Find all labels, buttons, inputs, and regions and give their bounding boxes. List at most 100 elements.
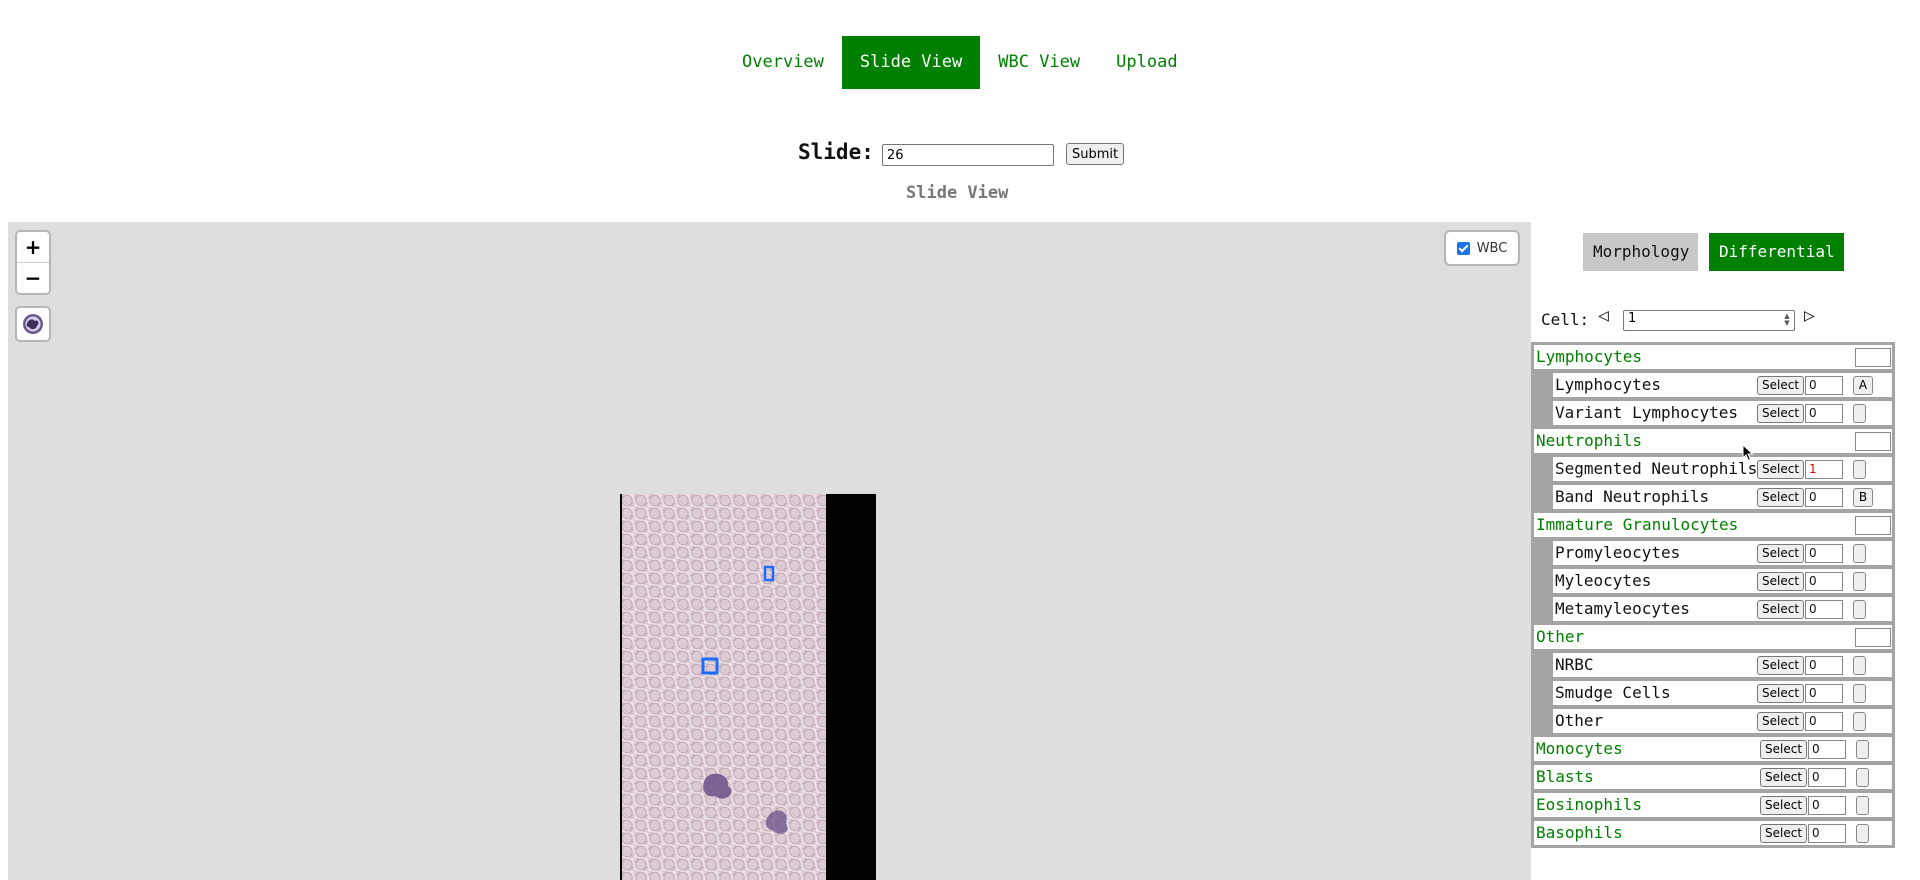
count-field[interactable]: 0 <box>1808 740 1846 759</box>
view-title: Slide View <box>906 183 1009 203</box>
count-field[interactable]: 0 <box>1808 768 1846 787</box>
table-row: Lymphocytes <box>1534 345 1892 369</box>
hotkey-button[interactable] <box>1856 796 1869 815</box>
slide-number-input[interactable] <box>882 144 1054 166</box>
count-field[interactable]: 0 <box>1805 656 1843 675</box>
table-row: Other Select 0 <box>1553 709 1892 733</box>
table-row: Eosinophils Select 0 <box>1534 793 1892 817</box>
cell-number-input[interactable]: 1 ▲ ▼ <box>1623 310 1795 331</box>
table-row: Promyleocytes Select 0 <box>1553 541 1892 565</box>
cell-type-label: Metamyleocytes <box>1555 599 1690 618</box>
count-field[interactable]: 0 <box>1805 684 1843 703</box>
cell-type-label: Smudge Cells <box>1555 683 1671 702</box>
cell-number-value: 1 <box>1628 311 1637 326</box>
select-button[interactable]: Select <box>1757 404 1805 423</box>
select-button[interactable]: Select <box>1757 488 1805 507</box>
table-row: Variant Lymphocytes Select 0 <box>1553 401 1892 425</box>
nav-overview[interactable]: Overview <box>724 36 842 89</box>
top-nav: Overview Slide View WBC View Upload <box>724 36 1196 89</box>
spinner-icon[interactable]: ▲ ▼ <box>1782 313 1792 328</box>
table-row: Band Neutrophils Select 0 B <box>1553 485 1892 509</box>
count-field[interactable]: 0 <box>1808 824 1846 843</box>
group-label: Neutrophils <box>1536 431 1642 450</box>
tab-morphology[interactable]: Morphology <box>1583 233 1698 271</box>
count-field[interactable]: 1 <box>1805 460 1843 479</box>
zoom-in-button[interactable]: + <box>17 232 49 262</box>
count-field[interactable]: 0 <box>1805 712 1843 731</box>
table-row: NRBC Select 0 <box>1553 653 1892 677</box>
count-field[interactable]: 0 <box>1808 796 1846 815</box>
cell-prev-icon[interactable]: ◁ <box>1598 305 1609 326</box>
zoom-control: + − <box>17 232 49 293</box>
select-button[interactable]: Select <box>1760 824 1808 843</box>
table-row: Basophils Select 0 <box>1534 821 1892 845</box>
hotkey-button[interactable] <box>1853 684 1866 703</box>
wbc-layer-toggle[interactable]: WBC <box>1446 232 1518 264</box>
blood-cell-icon <box>23 314 43 334</box>
select-button[interactable]: Select <box>1757 684 1805 703</box>
group-label: Lymphocytes <box>1536 347 1642 366</box>
group-label: Blasts <box>1536 767 1594 786</box>
table-row: Other <box>1534 625 1892 649</box>
layer-toggle-button[interactable] <box>17 308 49 340</box>
slide-map[interactable]: + − WBC <box>8 222 1531 880</box>
select-button[interactable]: Select <box>1757 712 1805 731</box>
select-button[interactable]: Select <box>1757 600 1805 619</box>
select-button[interactable]: Select <box>1760 796 1808 815</box>
cell-type-label: Lymphocytes <box>1555 375 1661 394</box>
hotkey-button[interactable]: B <box>1853 488 1873 507</box>
hotkey-button[interactable] <box>1853 544 1866 563</box>
cell-type-label: Promyleocytes <box>1555 543 1681 562</box>
table-row: Metamyleocytes Select 0 <box>1553 597 1892 621</box>
table-row: Neutrophils <box>1534 429 1892 453</box>
hotkey-button[interactable] <box>1856 740 1869 759</box>
select-button[interactable]: Select <box>1757 460 1805 479</box>
hotkey-button[interactable] <box>1853 712 1866 731</box>
slide-image <box>620 494 876 880</box>
count-field[interactable]: 0 <box>1805 488 1843 507</box>
select-button[interactable]: Select <box>1760 740 1808 759</box>
hotkey-button[interactable] <box>1856 768 1869 787</box>
nav-slide-view[interactable]: Slide View <box>841 36 981 89</box>
hotkey-button[interactable] <box>1853 656 1866 675</box>
differential-table: Lymphocytes Lymphocytes Select 0 A Variant Ly… <box>1531 342 1895 848</box>
select-button[interactable]: Select <box>1760 768 1808 787</box>
table-row: Segmented Neutrophils Select 1 <box>1553 457 1892 481</box>
wbc-checkbox[interactable] <box>1456 241 1470 255</box>
select-button[interactable]: Select <box>1757 572 1805 591</box>
table-row: Blasts Select 0 <box>1534 765 1892 789</box>
zoom-out-button[interactable]: − <box>17 262 49 293</box>
hotkey-button[interactable] <box>1853 600 1866 619</box>
cell-type-label: Other <box>1555 711 1604 730</box>
tab-differential[interactable]: Differential <box>1709 233 1844 271</box>
count-field[interactable]: 0 <box>1805 544 1843 563</box>
hotkey-button[interactable] <box>1853 572 1866 591</box>
cell-type-label: NRBC <box>1555 655 1594 674</box>
nav-upload[interactable]: Upload <box>1098 36 1195 89</box>
hotkey-button[interactable]: A <box>1853 376 1873 395</box>
count-field[interactable]: 0 <box>1805 376 1843 395</box>
hotkey-button[interactable] <box>1853 404 1866 423</box>
table-row: Smudge Cells Select 0 <box>1553 681 1892 705</box>
hotkey-button[interactable] <box>1853 460 1866 479</box>
group-label: Basophils <box>1536 823 1623 842</box>
group-total-field <box>1855 516 1891 535</box>
count-field[interactable]: 0 <box>1805 572 1843 591</box>
select-button[interactable]: Select <box>1757 376 1805 395</box>
table-row: Myleocytes Select 0 <box>1553 569 1892 593</box>
select-button[interactable]: Select <box>1757 544 1805 563</box>
cell-type-label: Variant Lymphocytes <box>1555 403 1739 422</box>
cell-label: Cell: <box>1541 310 1590 329</box>
cell-next-icon[interactable]: ▷ <box>1804 305 1815 326</box>
mouse-cursor-icon <box>1742 444 1754 462</box>
submit-button[interactable]: Submit <box>1066 143 1125 165</box>
nav-wbc-view[interactable]: WBC View <box>980 36 1098 89</box>
group-label: Immature Granulocytes <box>1536 515 1739 534</box>
count-field[interactable]: 0 <box>1805 404 1843 423</box>
group-label: Eosinophils <box>1536 795 1642 814</box>
slide-label: Slide: <box>798 140 874 164</box>
hotkey-button[interactable] <box>1856 824 1869 843</box>
count-field[interactable]: 0 <box>1805 600 1843 619</box>
select-button[interactable]: Select <box>1757 656 1805 675</box>
table-row: Monocytes Select 0 <box>1534 737 1892 761</box>
